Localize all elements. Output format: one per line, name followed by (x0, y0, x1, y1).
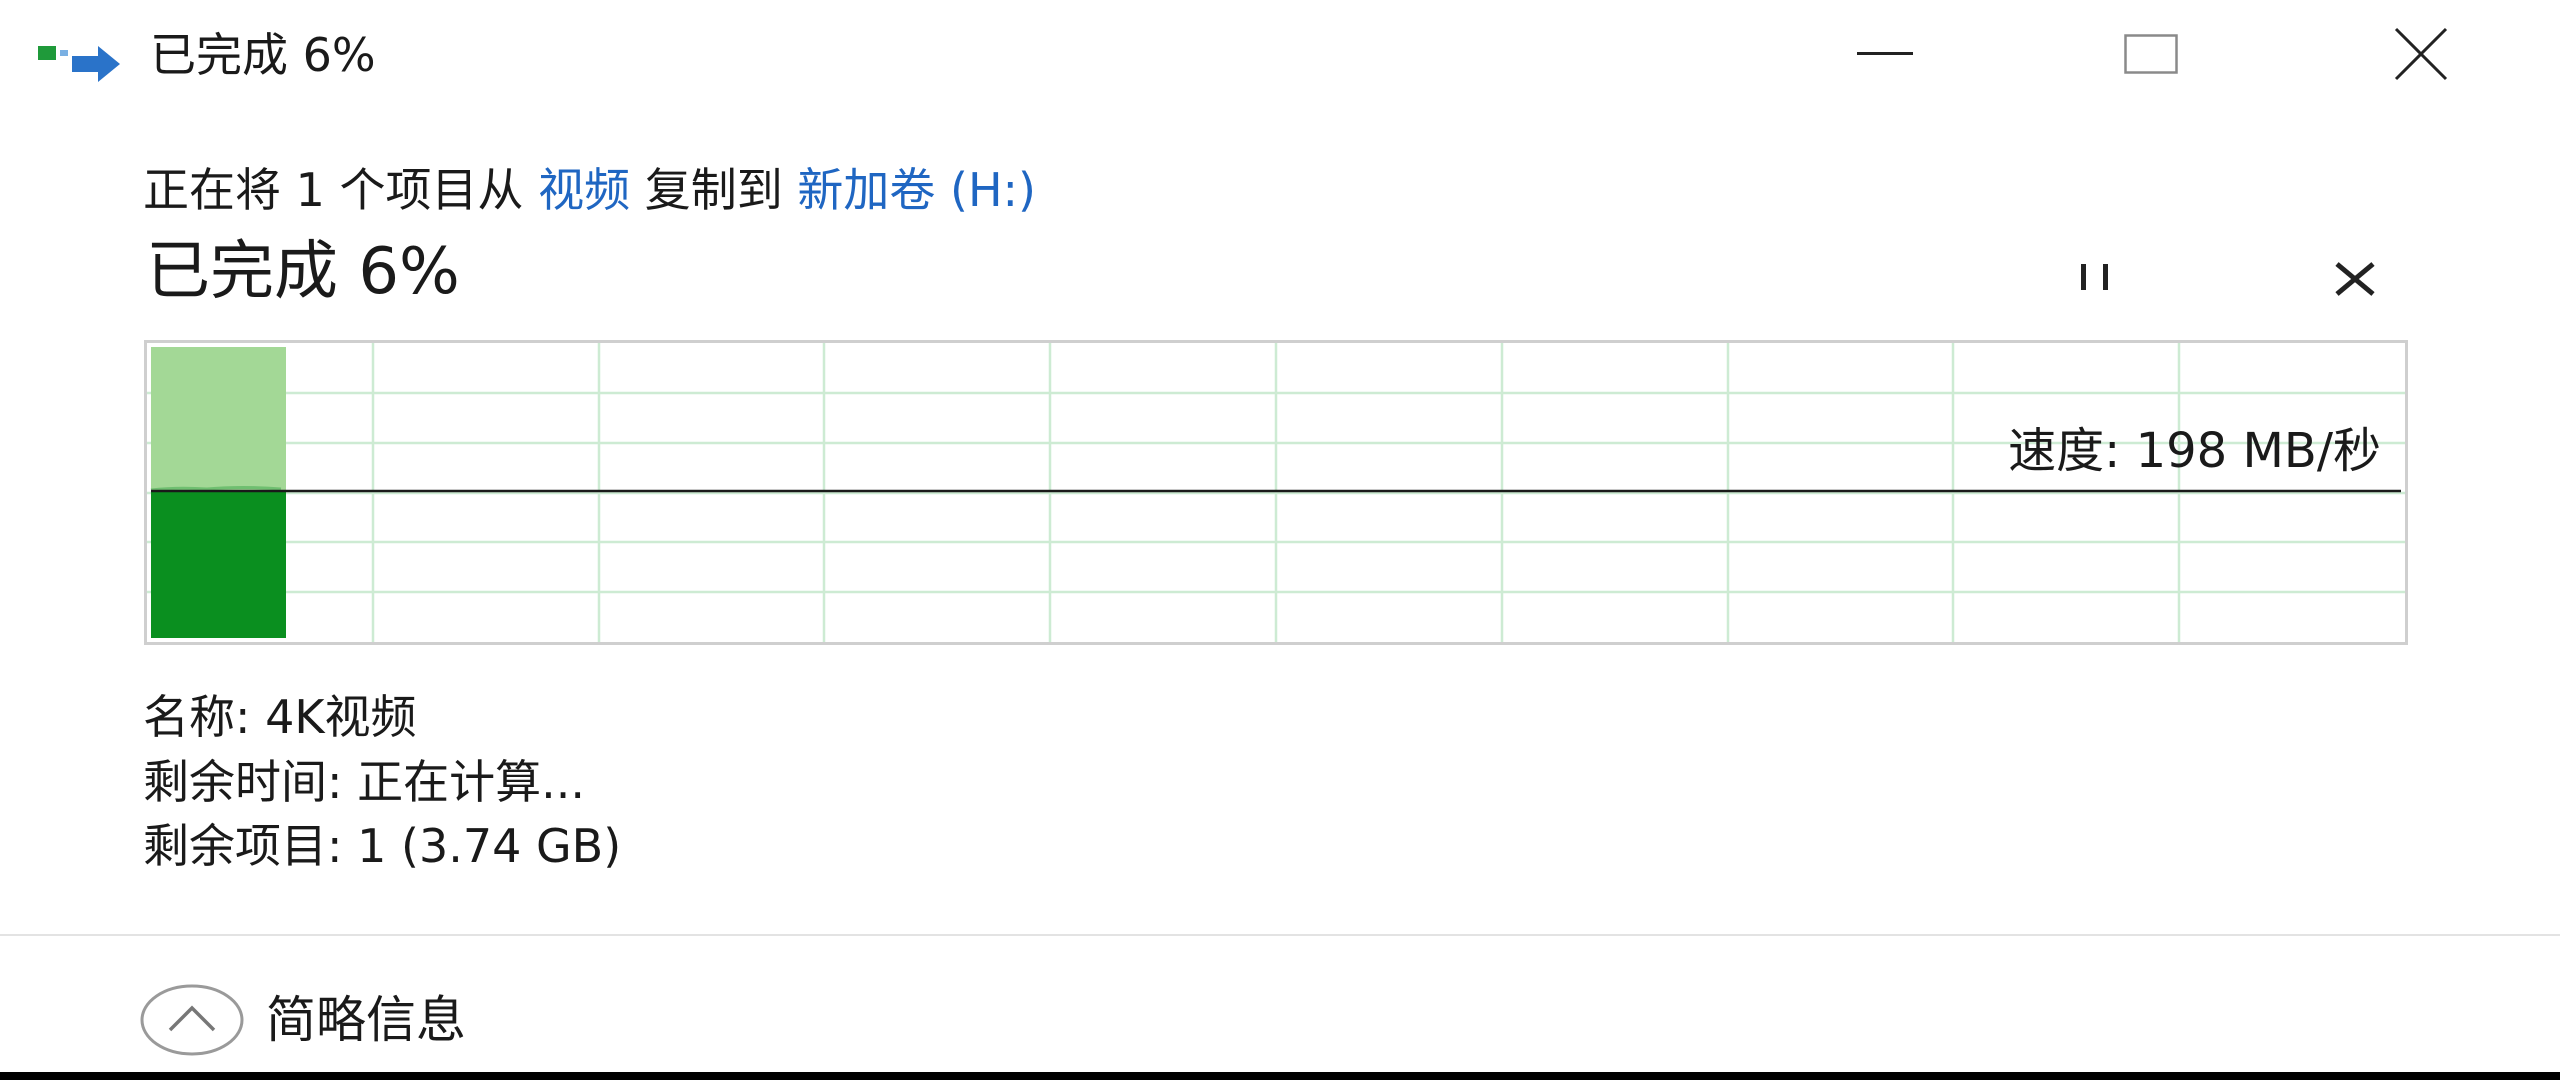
footer-divider (0, 934, 2560, 936)
speed-label: 速度: 198 MB/秒 (2008, 423, 2381, 479)
file-name: 名称: 4K视频 (143, 690, 417, 744)
graph-grid (147, 343, 2405, 642)
title-bar[interactable]: 已完成 6% (0, 0, 2560, 108)
minimize-button[interactable] (1810, 0, 1960, 108)
cancel-copy-button[interactable] (2320, 250, 2390, 310)
source-folder-link[interactable]: 视频 (538, 163, 630, 217)
copy-progress-dialog: 已完成 6% 正在将 1 个项目从 视频 复制到 新加卷 (H:) 已完成 6% (0, 0, 2560, 1072)
transfer-speed-graph: 速度: 198 MB/秒 (144, 340, 2408, 645)
file-copy-icon (36, 38, 126, 84)
pause-icon (2075, 262, 2115, 296)
copy-prefix: 正在将 1 个项目从 (143, 163, 539, 217)
current-speed-area (151, 490, 286, 638)
items-remaining: 剩余项目: 1 (3.74 GB) (143, 819, 622, 873)
time-remaining: 剩余时间: 正在计算... (143, 755, 585, 809)
maximize-button[interactable] (2076, 0, 2226, 108)
fewer-details-label: 简略信息 (266, 991, 466, 1049)
fewer-details-toggle[interactable]: 简略信息 (140, 980, 466, 1060)
progress-percent-heading: 已完成 6% (146, 235, 460, 309)
pause-button[interactable] (2060, 254, 2130, 304)
destination-drive-link[interactable]: 新加卷 (H:) (797, 163, 1036, 217)
close-icon (2393, 26, 2449, 82)
cancel-icon (2333, 256, 2377, 304)
copy-description: 正在将 1 个项目从 视频 复制到 新加卷 (H:) (143, 158, 1036, 222)
copy-middle: 复制到 (630, 163, 798, 217)
window-title: 已完成 6% (150, 28, 376, 82)
minimize-icon (1857, 52, 1913, 56)
maximize-icon (2124, 34, 2178, 74)
close-window-button[interactable] (2346, 0, 2496, 108)
chevron-up-icon (140, 984, 244, 1056)
speed-graph-canvas (147, 343, 2405, 642)
